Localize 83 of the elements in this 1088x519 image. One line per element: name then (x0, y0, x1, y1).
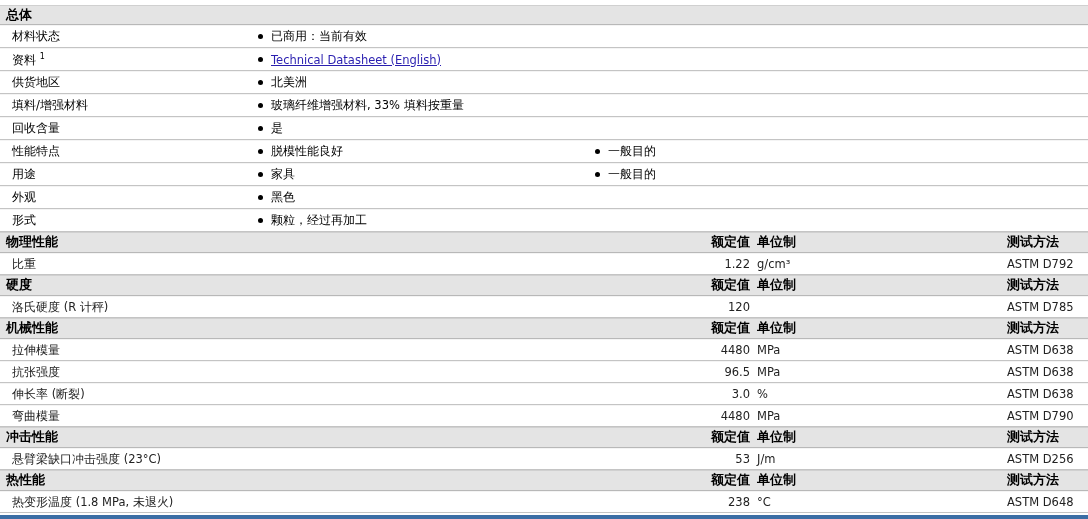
test-method: ASTM D638 (1006, 365, 1075, 379)
test-method: ASTM D638 (1006, 343, 1075, 357)
property-label: 材料状态 (11, 29, 61, 44)
property-name: 抗张强度 (11, 364, 61, 380)
property-name: 洛氏硬度 (R 计秤) (11, 299, 110, 315)
property-value: 北美洲 (271, 75, 307, 90)
bullet-icon (258, 172, 263, 177)
property-unit: MPa (756, 343, 782, 357)
column-heading: 额定值 (710, 429, 750, 446)
property-value: 颗粒，经过再加工 (271, 213, 367, 228)
bullet-icon (258, 80, 263, 85)
bullet-icon (595, 149, 600, 154)
property-label: 回收含量 (11, 121, 61, 136)
property-label: 资料 $^{1}$ (11, 51, 46, 68)
property-value: 96.5 (723, 365, 750, 379)
property-value: 脱模性能良好 (271, 144, 343, 159)
column-heading: 测试方法 (1006, 234, 1060, 251)
test-method: ASTM D785 (1006, 300, 1075, 314)
property-label: 填料/增强材料 (11, 98, 89, 113)
property-value: 已商用：当前有效 (271, 29, 367, 44)
section-title: 总体 (6, 6, 33, 24)
bullet-icon (258, 149, 263, 154)
property-name: 弯曲模量 (11, 408, 61, 424)
property-value: 黑色 (271, 190, 295, 205)
property-name: 比重 (11, 256, 37, 272)
bullet-icon (258, 195, 263, 200)
column-heading: 测试方法 (1006, 320, 1060, 337)
column-heading: 额定值 (710, 320, 750, 337)
bullet-icon (258, 126, 263, 131)
bullet-icon (258, 34, 263, 39)
column-heading: 额定值 (710, 472, 750, 489)
property-label: 形式 (11, 213, 37, 228)
bullet-icon (258, 57, 263, 62)
property-label: 用途 (11, 167, 37, 182)
section-title: 冲击性能 (5, 429, 59, 446)
section-title: 物理性能 (5, 234, 59, 251)
column-heading: 测试方法 (1006, 277, 1060, 294)
test-method: ASTM D638 (1006, 387, 1075, 401)
property-unit: J/m (755, 452, 777, 466)
test-method: ASTM D790 (1006, 409, 1075, 423)
column-heading: 额定值 (710, 277, 750, 294)
property-unit: MPa (756, 365, 782, 379)
property-value: 玻璃纤维增强材料, 33% 填料按重量 (271, 98, 464, 113)
section-title: 机械性能 (4, 320, 59, 337)
test-method: ASTM D256 (1006, 452, 1075, 466)
property-unit: % (756, 387, 769, 401)
property-name: 热变形温度 (1.8 MPa, 未退火) (11, 494, 175, 510)
section-title: 硬度 (5, 277, 33, 294)
test-method: ASTM D648 (1006, 495, 1075, 509)
property-label: 外观 (11, 190, 37, 205)
column-heading: 额定值 (710, 234, 750, 251)
property-value: 238 (727, 495, 750, 509)
property-value: 3.0 (730, 387, 750, 401)
column-heading: 单位制 (756, 320, 797, 337)
property-value: 一般目的 (608, 144, 656, 159)
property-value: 是 (271, 121, 283, 136)
column-heading: 单位制 (756, 234, 797, 251)
property-value: 4480 (719, 409, 750, 423)
column-heading: 单位制 (756, 472, 797, 489)
column-heading: 单位制 (756, 429, 797, 446)
property-value: 120 (727, 300, 750, 314)
column-heading: 单位制 (756, 277, 797, 294)
bullet-icon (258, 103, 263, 108)
property-unit: MPa (756, 409, 782, 423)
column-heading: 测试方法 (1006, 472, 1060, 489)
section-title: 热性能 (5, 472, 46, 489)
property-value: 4480 (719, 343, 750, 357)
property-value: 一般目的 (608, 167, 656, 182)
test-method: ASTM D792 (1006, 257, 1075, 271)
property-name: 伸长率 (断裂) (11, 386, 86, 402)
property-unit: °C (756, 495, 772, 509)
property-value: 1.22 (723, 257, 750, 271)
property-name: 拉伸模量 (11, 342, 61, 358)
property-name: 悬臂梁缺口冲击强度 (23°C) (11, 451, 163, 467)
property-unit: g/cm³ (756, 257, 792, 271)
property-value: 53 (734, 452, 750, 466)
bullet-icon (258, 218, 263, 223)
property-label: 性能特点 (11, 144, 61, 159)
datasheet-link[interactable]: Technical Datasheet (English) (271, 52, 441, 67)
property-label: 供货地区 (11, 75, 61, 90)
column-heading: 测试方法 (1006, 429, 1060, 446)
bullet-icon (595, 172, 600, 177)
property-value: 家具 (271, 167, 295, 182)
